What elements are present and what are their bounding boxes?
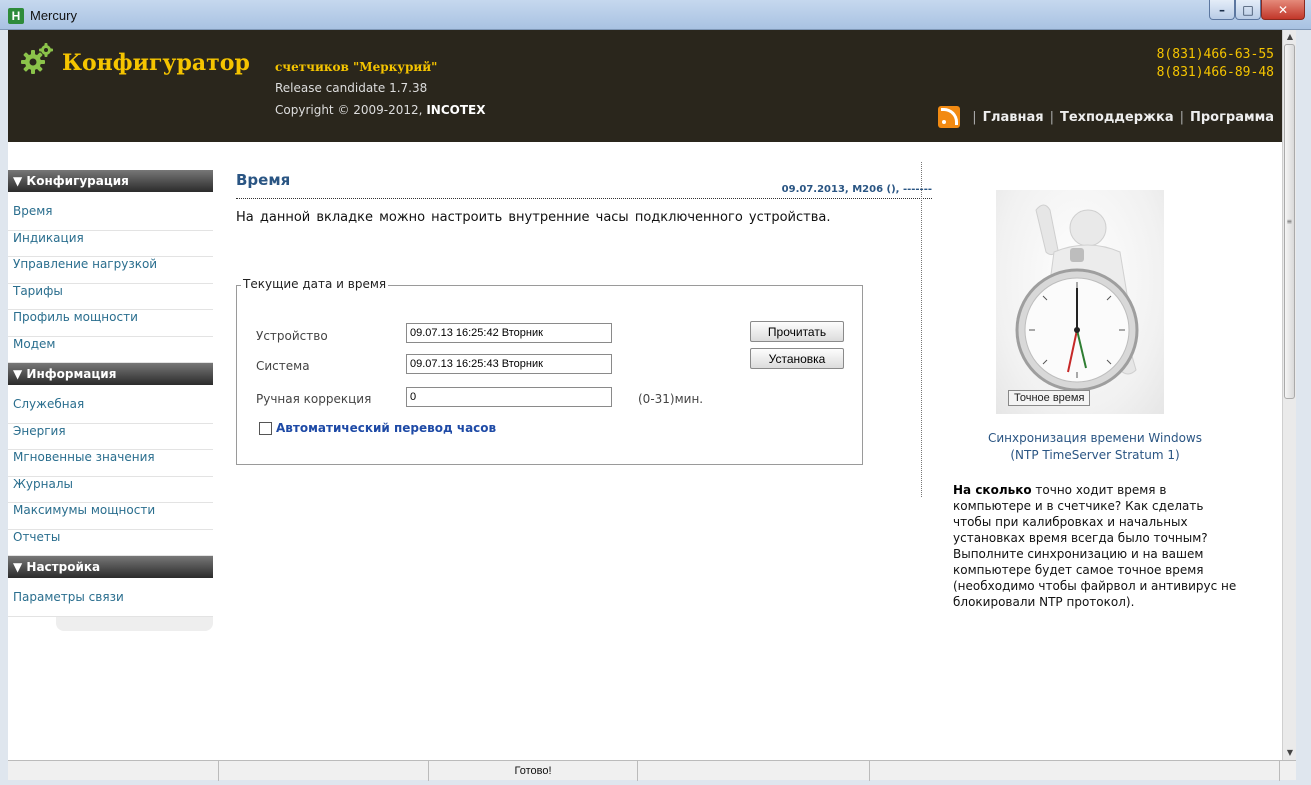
promo-title-line1[interactable]: Синхронизация времени Windows — [946, 430, 1244, 447]
sidebar-section-config[interactable]: ▼ Конфигурация — [8, 170, 213, 192]
device-meta: 09.07.2013, M206 (), ------- — [781, 184, 932, 195]
stopwatch-man-icon — [1015, 204, 1139, 392]
phone-numbers: 8(831)466-63-55 8(831)466-89-48 — [1157, 46, 1274, 82]
sidebar-item-power-profile[interactable]: Профиль мощности — [8, 310, 213, 337]
promo-text-body: точно ходит время в компьютере и в счетч… — [953, 483, 1237, 609]
sidebar-footer — [56, 616, 213, 631]
window-title: Mercury — [30, 8, 77, 23]
system-time-label: Система — [256, 359, 310, 373]
copyright-text: Copyright © 2009-2012, — [275, 103, 423, 117]
sidebar: ▼ Конфигурация Время Индикация Управлени… — [8, 170, 213, 631]
status-cell-2 — [219, 761, 429, 781]
fieldset-legend: Текущие дата и время — [241, 277, 389, 291]
sidebar-item-connection-params[interactable]: Параметры связи — [8, 590, 213, 617]
sidebar-item-power-maximums[interactable]: Максимумы мощности — [8, 503, 213, 530]
scroll-down-arrow-icon[interactable]: ▼ — [1283, 746, 1296, 760]
title-divider — [236, 198, 932, 199]
sidebar-item-service[interactable]: Служебная — [8, 397, 213, 424]
read-button[interactable]: Прочитать — [750, 321, 844, 342]
auto-dst-row[interactable]: Автоматический перевод часов — [259, 421, 496, 435]
system-time-field[interactable]: 09.07.13 16:25:43 Вторник — [406, 354, 612, 374]
sidebar-item-reports[interactable]: Отчеты — [8, 529, 213, 556]
phone-2: 8(831)466-89-48 — [1156, 65, 1274, 80]
window-titlebar: H Mercury – □ ✕ — [0, 0, 1311, 30]
release-version: Release candidate 1.7.38 — [275, 81, 428, 95]
sidebar-item-tariffs[interactable]: Тарифы — [8, 283, 213, 310]
status-bar: Готово! — [8, 760, 1296, 781]
sidebar-item-modem[interactable]: Модем — [8, 336, 213, 363]
promo-text: На сколько точно ходит время в компьютер… — [953, 482, 1241, 610]
auto-dst-label[interactable]: Автоматический перевод часов — [276, 421, 496, 435]
sidebar-section-info[interactable]: ▼ Информация — [8, 363, 213, 385]
nav-separator: | — [1049, 109, 1054, 125]
vertical-scrollbar[interactable]: ▲ ≡ ▼ — [1282, 30, 1296, 760]
manual-correction-hint: (0-31)мин. — [638, 392, 704, 406]
gears-icon — [21, 43, 53, 74]
datetime-fieldset: Текущие дата и время Устройство 09.07.13… — [236, 277, 863, 465]
intro-text: На данной вкладке можно настроить внутре… — [236, 210, 831, 225]
status-cell-1 — [8, 761, 219, 781]
stopwatch-image[interactable]: Точное время — [996, 190, 1164, 414]
content-viewport: Конфигуратор счетчиков "Меркурий" Releas… — [8, 30, 1296, 760]
image-caption: Точное время — [1008, 390, 1091, 406]
promo-title-line2[interactable]: (NTP TimeServer Stratum 1) — [946, 447, 1244, 464]
nav-link-home[interactable]: Главная — [983, 110, 1044, 125]
scrollbar-grip-icon: ≡ — [1287, 217, 1292, 226]
nav-link-support[interactable]: Техподдержка — [1060, 110, 1174, 125]
window-controls: – □ ✕ — [1209, 0, 1305, 20]
set-button[interactable]: Установка — [750, 348, 844, 369]
sidebar-section-settings[interactable]: ▼ Настройка — [8, 556, 213, 578]
top-nav: | Главная | Техподдержка | Программа — [938, 106, 1274, 128]
manual-correction-label: Ручная коррекция — [256, 392, 372, 406]
minimize-button[interactable]: – — [1209, 0, 1235, 20]
promo-text-bold: На сколько — [953, 483, 1032, 497]
company-name: INCOTEX — [426, 103, 486, 117]
rss-icon[interactable] — [938, 106, 961, 128]
copyright: Copyright © 2009-2012, INCOTEX — [275, 103, 485, 117]
sidebar-item-load-control[interactable]: Управление нагрузкой — [8, 257, 213, 284]
nav-link-program[interactable]: Программа — [1190, 110, 1274, 125]
page-title: Время — [236, 171, 291, 189]
status-cell-4 — [638, 761, 870, 781]
sidebar-item-instant-values[interactable]: Мгновенные значения — [8, 450, 213, 477]
scroll-up-arrow-icon[interactable]: ▲ — [1283, 30, 1296, 44]
nav-separator: | — [972, 109, 977, 125]
manual-correction-input[interactable]: 0 — [406, 387, 612, 407]
app-icon: H — [8, 8, 24, 24]
maximize-button[interactable]: □ — [1235, 0, 1261, 20]
content-divider — [921, 162, 922, 497]
brand-subtitle: счетчиков "Меркурий" — [275, 60, 438, 74]
promo-title[interactable]: Синхронизация времени Windows (NTP TimeS… — [946, 430, 1244, 464]
status-text: Готово! — [429, 761, 638, 781]
nav-separator: | — [1179, 109, 1184, 125]
sidebar-item-time[interactable]: Время — [8, 204, 213, 231]
page-header: Конфигуратор счетчиков "Меркурий" Releas… — [8, 30, 1296, 142]
close-button[interactable]: ✕ — [1261, 0, 1305, 20]
status-cell-5 — [870, 761, 1280, 781]
sidebar-item-energy[interactable]: Энергия — [8, 423, 213, 450]
sidebar-item-indication[interactable]: Индикация — [8, 230, 213, 257]
sidebar-item-journals[interactable]: Журналы — [8, 476, 213, 503]
brand-title: Конфигуратор — [62, 50, 250, 76]
phone-1: 8(831)466-63-55 — [1156, 47, 1274, 62]
device-time-label: Устройство — [256, 329, 328, 343]
scrollbar-thumb[interactable]: ≡ — [1284, 44, 1295, 399]
device-time-field[interactable]: 09.07.13 16:25:42 Вторник — [406, 323, 612, 343]
auto-dst-checkbox[interactable] — [259, 421, 272, 435]
